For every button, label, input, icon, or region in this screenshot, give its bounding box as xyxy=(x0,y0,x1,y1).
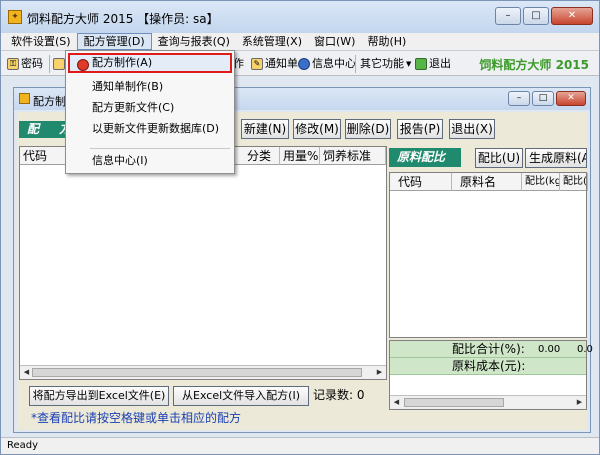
globe-icon xyxy=(298,58,310,70)
toolbar-exit-label: 退出 xyxy=(429,57,451,70)
import-excel-button[interactable]: 从Excel文件导入配方(I) xyxy=(173,386,309,406)
column-header-feeding-standard[interactable]: 饲养标准 xyxy=(320,147,386,165)
child-caption-buttons: – □ ✕ xyxy=(508,91,586,106)
column-header-ingredient-name[interactable]: 原料名 xyxy=(452,173,522,191)
caption-buttons: – □ ✕ xyxy=(495,7,593,25)
scroll-left-icon[interactable]: ◀ xyxy=(391,397,402,408)
notice-icon: ✎ xyxy=(251,58,263,70)
title-bar[interactable]: ✦ 饲料配方大师 2015 【操作员: sa】 – □ ✕ xyxy=(1,1,599,33)
menu-item-notice-making[interactable]: 通知单制作(B) xyxy=(68,77,232,97)
ratio-total-pct: 0.0 xyxy=(577,344,593,355)
menu-window[interactable]: 窗口(W) xyxy=(308,33,361,50)
child-maximize-button[interactable]: □ xyxy=(532,91,554,106)
column-header-dosage[interactable]: 用量% xyxy=(280,147,320,165)
toolbar-notice-button[interactable]: ✎ 通知单 xyxy=(251,56,298,72)
record-count: 记录数: 0 xyxy=(313,388,365,402)
toolbar-exit-button[interactable]: 退出 xyxy=(415,56,451,72)
column-header-category[interactable]: 分类 xyxy=(244,147,280,165)
toolbar-separator xyxy=(49,55,50,73)
toolbar-formula-button[interactable] xyxy=(53,56,65,72)
scroll-right-icon[interactable]: ▶ xyxy=(374,367,385,378)
status-bar: Ready xyxy=(1,437,599,454)
app-icon: ✦ xyxy=(8,10,22,24)
summary-hscrollbar[interactable]: ◀ ▶ xyxy=(390,395,586,409)
menu-item-formula-update-file[interactable]: 配方更新文件(C) xyxy=(68,98,232,118)
scroll-thumb[interactable] xyxy=(404,398,504,407)
column-header-ratio-pct[interactable]: 配比(% xyxy=(560,173,588,191)
formula-list-grid[interactable]: 代码 分类 用量% 饲养标准 ◀ ▶ xyxy=(19,146,387,380)
column-header-ingredient-code[interactable]: 代码 xyxy=(390,173,452,191)
child-app-icon xyxy=(19,93,30,104)
child-minimize-button[interactable]: – xyxy=(508,91,530,106)
ingredient-cost-label: 原料成本(元): xyxy=(452,359,526,373)
key-icon: ⚿ xyxy=(7,58,19,70)
minimize-button[interactable]: – xyxy=(495,7,521,25)
export-excel-button[interactable]: 将配方导出到Excel文件(E) xyxy=(29,386,169,406)
ingredient-grid-header: 代码 原料名 配比(kg) 配比(% xyxy=(390,173,588,191)
ratio-total-label: 配比合计(%): xyxy=(452,342,525,356)
toolbar-password-label: 密码 xyxy=(21,57,43,70)
hint-text: *查看配比请按空格键或单击相应的配方 xyxy=(31,411,242,425)
scroll-right-icon[interactable]: ▶ xyxy=(574,397,585,408)
menu-formula-management[interactable]: 配方管理(D) xyxy=(76,33,152,50)
summary-area: 配比合计(%): 0.00 0.0 原料成本(元): ◀ ▶ xyxy=(389,340,593,410)
toolbar-notice-label: 通知单 xyxy=(265,57,298,70)
main-window: ✦ 饲料配方大师 2015 【操作员: sa】 – □ ✕ 软件设置(S) 配方… xyxy=(0,0,600,455)
delete-button[interactable]: 删除(D) xyxy=(345,119,391,139)
new-button[interactable]: 新建(N) xyxy=(241,119,289,139)
ratio-total-row: 配比合计(%): 0.00 0.0 xyxy=(390,341,593,358)
menu-item-update-database[interactable]: 以更新文件更新数据库(D) xyxy=(68,119,232,139)
menu-separator xyxy=(90,148,230,149)
ingredient-ratio-tag: 原料配比 xyxy=(389,148,461,167)
toolbar-separator xyxy=(355,55,356,73)
toolbar-password-button[interactable]: ⚿ 密码 xyxy=(7,56,43,72)
toolbar-info-center-button[interactable]: 信息中心 xyxy=(298,56,356,72)
scroll-thumb[interactable] xyxy=(32,368,362,377)
ratio-total-kg: 0.00 xyxy=(538,344,561,355)
edit-button[interactable]: 修改(M) xyxy=(293,119,341,139)
formula-making-icon xyxy=(77,59,89,71)
menu-help[interactable]: 帮助(H) xyxy=(361,33,412,50)
window-title: 饲料配方大师 2015 【操作员: sa】 xyxy=(27,12,219,26)
ratio-button[interactable]: 配比(U) xyxy=(475,148,523,168)
ingredient-grid[interactable]: 代码 原料名 配比(kg) 配比(% xyxy=(389,172,588,338)
menu-item-formula-making[interactable]: 配方制作(A) xyxy=(68,53,232,73)
report-button[interactable]: 报告(P) xyxy=(397,119,443,139)
exit-door-icon xyxy=(415,58,427,70)
column-header-ratio-kg[interactable]: 配比(kg) xyxy=(522,173,560,191)
menu-item-formula-making-label: 配方制作(A) xyxy=(92,56,153,69)
toolbar-info-center-label: 信息中心 xyxy=(312,57,356,70)
menu-system-management[interactable]: 系统管理(X) xyxy=(236,33,308,50)
formula-icon xyxy=(53,58,65,70)
menu-software-settings[interactable]: 软件设置(S) xyxy=(5,33,77,50)
menu-bar: 软件设置(S) 配方管理(D) 查询与报表(Q) 系统管理(X) 窗口(W) 帮… xyxy=(1,33,599,50)
toolbar-other-functions-button[interactable]: 其它功能 ▼ xyxy=(360,56,411,72)
menu-query-reports[interactable]: 查询与报表(Q) xyxy=(152,33,236,50)
toolbar-other-functions-label: 其它功能 xyxy=(360,57,404,70)
dropdown-arrow-icon: ▼ xyxy=(406,60,412,68)
formula-management-dropdown: 配方制作(A) 通知单制作(B) 配方更新文件(C) 以更新文件更新数据库(D)… xyxy=(65,50,235,174)
ingredient-cost-row: 原料成本(元): xyxy=(390,358,586,375)
exit-button[interactable]: 退出(X) xyxy=(449,119,495,139)
close-button[interactable]: ✕ xyxy=(551,7,593,25)
child-close-button[interactable]: ✕ xyxy=(556,91,586,106)
generate-ingredients-button[interactable]: 生成原料(A xyxy=(525,148,587,168)
formula-grid-hscrollbar[interactable]: ◀ ▶ xyxy=(20,365,386,379)
menu-item-info-center[interactable]: 信息中心(I) xyxy=(68,151,232,171)
maximize-button[interactable]: □ xyxy=(523,7,549,25)
scroll-left-icon[interactable]: ◀ xyxy=(21,367,32,378)
brand-label: 饲料配方大师 2015 xyxy=(479,58,589,72)
